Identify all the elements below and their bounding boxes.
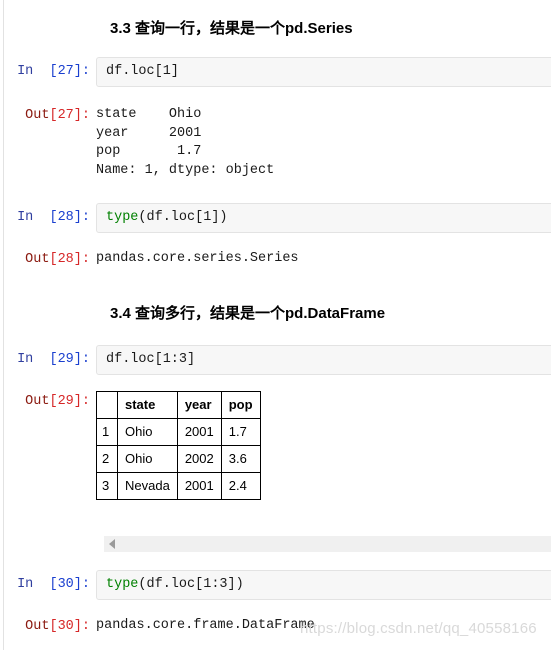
table-cell-pop: 3.6 — [220, 445, 261, 473]
table-row: 2 Ohio 2002 3.6 — [96, 445, 261, 473]
code-text-29: df.loc[1:3] — [106, 352, 196, 367]
prompt-in-29: In [29]: — [0, 345, 96, 369]
output-horizontal-scrollbar[interactable] — [104, 536, 551, 552]
code-token-builtin-30: type — [106, 577, 139, 592]
code-input-30[interactable]: type(df.loc[1:3]) — [96, 570, 551, 600]
table-cell-year: 2002 — [176, 445, 222, 473]
code-text-27: df.loc[1] — [106, 64, 179, 79]
prompt-in-27-index: [27]: — [49, 64, 90, 79]
dataframe-head: state year pop — [96, 391, 261, 419]
code-text-28: type(df.loc[1]) — [106, 209, 550, 227]
page-left-border — [3, 0, 4, 650]
table-cell-state: Nevada — [117, 472, 178, 500]
prompt-out-29: Out[29]: — [0, 390, 96, 411]
prompt-in-30-index: [30]: — [49, 577, 90, 592]
code-token-rest-30: (df.loc[1:3]) — [138, 577, 244, 592]
table-cell-state: Ohio — [117, 445, 178, 473]
table-cell-year: 2001 — [176, 472, 222, 500]
prompt-in-30-label: In — [17, 577, 34, 592]
prompt-out-30: Out[30]: — [0, 615, 96, 636]
table-cell-pop: 2.4 — [220, 472, 261, 500]
table-cell-index: 3 — [96, 472, 118, 500]
code-input-29[interactable]: df.loc[1:3] — [96, 345, 551, 375]
table-cell-pop: 1.7 — [220, 418, 261, 446]
prompt-in-30: In [30]: — [0, 570, 96, 594]
table-cell-index: 2 — [96, 445, 118, 473]
prompt-out-27-index: [27]: — [49, 108, 90, 123]
table-header-year: year — [176, 391, 222, 419]
prompt-out-28: Out[28]: — [0, 248, 96, 269]
table-header-row: state year pop — [96, 391, 261, 419]
prompt-in-27: In [27]: — [0, 57, 96, 81]
table-header-pop: pop — [220, 391, 261, 419]
prompt-out-29-label: Out — [25, 394, 50, 409]
prompt-out-28-index: [28]: — [49, 252, 90, 267]
output-text-28: pandas.core.series.Series — [96, 251, 299, 266]
prompt-out-27: Out[27]: — [0, 104, 96, 125]
table-cell-index: 1 — [96, 418, 118, 446]
dataframe-table: state year pop 1 Ohio 2001 1.7 2 Ohio 20… — [96, 391, 261, 500]
code-cell-in-27[interactable]: In [27]: df.loc[1] — [0, 57, 551, 87]
prompt-in-28-label: In — [17, 210, 34, 225]
output-cell-out-29: Out[29]: state year pop 1 Ohio 2001 1.7 … — [0, 390, 551, 500]
prompt-in-28-index: [28]: — [49, 210, 90, 225]
table-cell-year: 2001 — [176, 418, 222, 446]
table-corner-cell — [96, 391, 118, 419]
prompt-in-29-index: [29]: — [49, 352, 90, 367]
prompt-in-29-label: In — [17, 352, 34, 367]
dataframe-output: state year pop 1 Ohio 2001 1.7 2 Ohio 20… — [96, 390, 551, 500]
output-text-27: state Ohio year 2001 pop 1.7 Name: 1, dt… — [96, 107, 275, 178]
prompt-out-27-label: Out — [25, 108, 50, 123]
output-cell-out-28: Out[28]: pandas.core.series.Series — [0, 248, 551, 269]
table-row: 3 Nevada 2001 2.4 — [96, 472, 261, 500]
table-cell-state: Ohio — [117, 418, 178, 446]
code-cell-in-28[interactable]: In [28]: type(df.loc[1]) — [0, 203, 551, 233]
table-header-state: state — [117, 391, 178, 419]
section-heading-3-3: 3.3 查询一行，结果是一个pd.Series — [110, 20, 353, 37]
code-token-builtin-28: type — [106, 210, 139, 225]
code-cell-in-30[interactable]: In [30]: type(df.loc[1:3]) — [0, 570, 551, 600]
code-text-30: type(df.loc[1:3]) — [106, 576, 550, 594]
prompt-in-27-label: In — [17, 64, 34, 79]
code-input-28[interactable]: type(df.loc[1]) — [96, 203, 551, 233]
prompt-out-30-label: Out — [25, 619, 50, 634]
code-input-27[interactable]: df.loc[1] — [96, 57, 551, 87]
table-row: 1 Ohio 2001 1.7 — [96, 418, 261, 446]
triangle-left-icon[interactable] — [109, 539, 115, 549]
dataframe-body: 1 Ohio 2001 1.7 2 Ohio 2002 3.6 3 Nevada — [96, 418, 261, 500]
prompt-in-28: In [28]: — [0, 203, 96, 227]
prompt-out-30-index: [30]: — [49, 619, 90, 634]
section-heading-3-4: 3.4 查询多行，结果是一个pd.DataFrame — [110, 305, 386, 322]
code-token-rest-28: (df.loc[1]) — [138, 210, 228, 225]
prompt-out-28-label: Out — [25, 252, 50, 267]
code-cell-in-29[interactable]: In [29]: df.loc[1:3] — [0, 345, 551, 375]
prompt-out-29-index: [29]: — [49, 394, 90, 409]
output-cell-out-27: Out[27]: state Ohio year 2001 pop 1.7 Na… — [0, 104, 551, 180]
watermark: https://blog.csdn.net/qq_40558166 — [300, 620, 537, 637]
